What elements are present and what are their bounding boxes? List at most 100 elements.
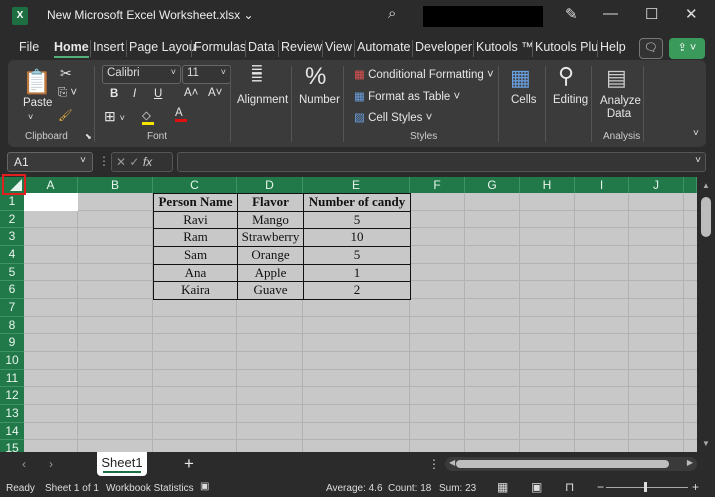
tab-split-handle[interactable]: ⋮ <box>428 457 440 471</box>
row-header-13[interactable]: 13 <box>0 405 24 423</box>
row-header-6[interactable]: 6 <box>0 281 24 299</box>
analyze-data-button[interactable]: Analyze Data <box>600 95 641 121</box>
number-button[interactable]: Number <box>299 94 340 106</box>
paste-button[interactable]: Paste <box>23 97 52 109</box>
table-cell[interactable]: 5 <box>303 210 411 230</box>
table-header-cell[interactable]: Person Name <box>153 193 238 212</box>
zoom-slider[interactable] <box>606 487 688 488</box>
table-cell[interactable]: 1 <box>303 263 411 283</box>
tab-home[interactable]: Home <box>54 40 89 58</box>
row-header-15[interactable]: 15 <box>0 440 24 452</box>
tab-kutools-plu[interactable]: Kutools Plu <box>535 40 598 54</box>
table-cell[interactable]: Ana <box>153 263 238 283</box>
row-header-5[interactable]: 5 <box>0 263 24 282</box>
column-header-f[interactable]: F <box>410 177 465 193</box>
cells-icon[interactable]: ▦ <box>510 65 531 91</box>
font-name-select[interactable]: Calibri ˅ <box>102 65 181 84</box>
conditional-formatting-button[interactable]: ▦ Conditional Formatting ˅ <box>354 67 494 81</box>
column-header-i[interactable]: I <box>575 177 629 193</box>
column-header-j[interactable]: J <box>629 177 684 193</box>
editing-search-icon[interactable]: ⚲ <box>558 63 574 89</box>
underline-button[interactable]: U <box>154 88 162 100</box>
tab-data[interactable]: Data <box>248 40 274 54</box>
vertical-scrollbar[interactable]: ▲ ▼ <box>697 177 715 452</box>
alignment-icon[interactable]: ≡ ≡ <box>251 60 263 88</box>
number-icon[interactable]: % <box>305 63 326 91</box>
next-sheet-icon[interactable]: › <box>49 457 53 471</box>
select-all-button[interactable] <box>2 174 26 195</box>
sheet-tab-sheet1[interactable]: Sheet1 <box>97 452 147 476</box>
tab-file[interactable]: File <box>19 40 39 54</box>
fill-color-icon[interactable]: ◇ <box>142 108 154 125</box>
font-size-select[interactable]: 11 ˅ <box>182 65 231 84</box>
close-button[interactable]: ✕ <box>685 5 698 23</box>
row-header-12[interactable]: 12 <box>0 387 24 406</box>
zoom-in-button[interactable]: + <box>692 480 699 494</box>
page-layout-view-icon[interactable]: ▣ <box>531 480 542 494</box>
column-header-e[interactable]: E <box>303 177 410 193</box>
cells-button[interactable]: Cells <box>511 94 537 106</box>
column-header-g[interactable]: G <box>465 177 520 193</box>
editing-button[interactable]: Editing <box>553 94 588 106</box>
tab-review[interactable]: Review <box>281 40 322 54</box>
tab-formulas[interactable]: Formulas <box>194 40 246 54</box>
shrink-font-button[interactable]: A˅ <box>208 87 222 99</box>
collapse-ribbon-icon[interactable]: ˅ <box>693 128 699 139</box>
cut-icon[interactable]: ✂ <box>60 65 72 82</box>
column-header-b[interactable]: B <box>78 177 153 193</box>
column-header-d[interactable]: D <box>237 177 303 193</box>
cancel-icon[interactable]: ✕ <box>116 155 126 169</box>
row-header-8[interactable]: 8 <box>0 316 24 335</box>
copy-icon[interactable]: ⎘ ˅ <box>58 87 77 100</box>
font-color-icon[interactable]: A <box>175 107 187 122</box>
paste-icon[interactable]: 📋 <box>22 68 52 97</box>
table-cell[interactable]: 10 <box>303 228 411 247</box>
table-cell[interactable]: Apple <box>237 263 304 283</box>
tab-help[interactable]: Help <box>600 40 626 54</box>
search-icon[interactable]: ⌕ <box>388 5 396 22</box>
table-cell[interactable]: 5 <box>303 246 411 265</box>
row-header-1[interactable]: 1 <box>0 193 24 211</box>
minimize-button[interactable]: — <box>603 5 618 22</box>
tab-kutools[interactable]: Kutools ™ <box>476 40 534 54</box>
tab-page-layou[interactable]: Page Layou <box>129 40 196 54</box>
zoom-slider-thumb[interactable] <box>644 482 647 492</box>
add-sheet-button[interactable]: + <box>184 454 194 474</box>
comments-button[interactable]: 🗨 <box>639 38 663 59</box>
analyze-data-icon[interactable]: ▤ <box>606 65 627 91</box>
paste-dropdown-icon[interactable]: ˅ <box>28 112 33 122</box>
pen-icon[interactable]: ✎ <box>565 5 578 23</box>
normal-view-icon[interactable]: ▦ <box>497 480 508 494</box>
cell-styles-button[interactable]: ▨ Cell Styles ˅ <box>354 110 432 124</box>
horizontal-scroll-thumb[interactable] <box>456 460 669 468</box>
column-header-c[interactable]: C <box>153 177 237 193</box>
table-cell[interactable]: Ravi <box>153 210 238 230</box>
borders-icon[interactable]: ⊞ ˅ <box>104 108 125 125</box>
table-cell[interactable]: Guave <box>237 281 304 300</box>
row-header-2[interactable]: 2 <box>0 210 24 229</box>
alignment-button[interactable]: Alignment <box>237 94 288 106</box>
tab-developer[interactable]: Developer <box>415 40 472 54</box>
row-header-7[interactable]: 7 <box>0 299 24 317</box>
row-header-10[interactable]: 10 <box>0 352 24 370</box>
format-painter-icon[interactable]: 🖌 <box>58 108 73 122</box>
formula-input[interactable]: ˅ <box>177 152 706 172</box>
more-options-icon[interactable]: ⋮ <box>98 154 110 168</box>
tab-automate[interactable]: Automate <box>357 40 411 54</box>
grow-font-button[interactable]: A˄ <box>184 87 198 99</box>
table-cell[interactable]: Sam <box>153 246 238 265</box>
insert-function-icon[interactable]: fx <box>143 155 152 169</box>
accessibility-icon[interactable]: ▣ <box>200 481 209 492</box>
row-header-14[interactable]: 14 <box>0 422 24 441</box>
maximize-button[interactable]: ☐ <box>645 5 658 23</box>
tab-view[interactable]: View <box>325 40 352 54</box>
row-header-11[interactable]: 11 <box>0 369 24 388</box>
table-cell[interactable]: 2 <box>303 281 411 300</box>
table-cell[interactable]: Strawberry <box>237 228 304 247</box>
column-header-h[interactable]: H <box>520 177 575 193</box>
share-button[interactable]: ⇪ ˅ <box>669 38 705 59</box>
format-as-table-button[interactable]: ▦ Format as Table ˅ <box>354 89 460 103</box>
page-break-view-icon[interactable]: ⊓ <box>565 480 574 494</box>
name-box[interactable]: A1 ˅ <box>7 152 93 172</box>
clipboard-launcher-icon[interactable]: ⬊ <box>85 132 92 141</box>
